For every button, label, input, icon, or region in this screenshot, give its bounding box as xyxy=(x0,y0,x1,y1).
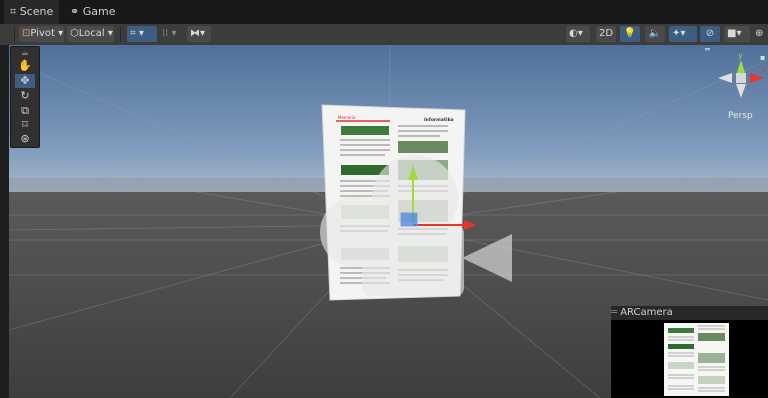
pivot-dropdown[interactable]: ⊡Pivot ▾ xyxy=(19,26,64,42)
lightbulb-icon: 💡 xyxy=(623,28,637,39)
ar-camera-preview[interactable]: ═ ARCamera xyxy=(611,306,768,398)
scale-tool-icon[interactable]: ⧉ xyxy=(15,104,35,118)
transform-tool-icon[interactable]: ⊛ xyxy=(15,132,35,146)
toolbar-separator xyxy=(120,27,121,42)
viewport-border xyxy=(0,45,9,398)
cube-icon: ⬡ xyxy=(70,28,79,39)
hidden-eye-icon: ⊘ xyxy=(705,28,715,39)
tab-game[interactable]: ⚭ Game xyxy=(64,0,121,24)
ar-camera-view xyxy=(611,320,768,398)
gizmo-menu-icon[interactable]: ═ xyxy=(704,45,710,54)
rotate-tool-icon[interactable]: ↻ xyxy=(15,89,35,103)
doc-image xyxy=(398,141,448,153)
snap-increment-icon: ⧓ xyxy=(190,28,200,39)
local-dropdown[interactable]: ⬡Local ▾ xyxy=(67,26,114,42)
projection-label[interactable]: Persp xyxy=(728,111,753,121)
visibility-toggle[interactable]: ⊘ xyxy=(700,26,720,42)
doc-section-label: Memória xyxy=(338,115,356,120)
plane-handle[interactable] xyxy=(400,212,418,227)
lock-icon[interactable]: ▪ xyxy=(760,53,765,62)
local-label: Local xyxy=(78,28,105,39)
tab-bar: ⌗ Scene ⚭ Game xyxy=(0,0,768,24)
gizmo-center-cube[interactable] xyxy=(736,73,746,83)
tab-scene[interactable]: ⌗ Scene xyxy=(4,0,60,24)
grid-visibility-dropdown[interactable]: ⁞⁞ ▾ xyxy=(159,26,185,42)
audio-icon: 🔈 xyxy=(648,28,662,39)
grid-snap-toggle[interactable]: ⌗ ▾ xyxy=(127,26,157,42)
gizmos-button[interactable]: ⊕ xyxy=(752,26,766,42)
doc-image xyxy=(341,126,389,135)
lighting-toggle[interactable]: 💡 xyxy=(620,26,640,42)
draw-mode-dropdown[interactable]: ◐▾ xyxy=(566,26,590,42)
camera-icon: ■ xyxy=(727,28,737,39)
move-tool-icon[interactable]: ✥ xyxy=(15,74,35,88)
pivot-label: Pivot xyxy=(30,28,55,39)
tab-scene-label: Scene xyxy=(19,5,54,18)
drag-handle-icon: ═ xyxy=(611,307,621,318)
gizmos-globe-icon: ⊕ xyxy=(755,28,764,39)
shading-sphere-icon: ◐ xyxy=(569,28,578,39)
rect-tool-icon[interactable]: ⌑ xyxy=(15,118,35,132)
scene-toolbar: ⊡Pivot ▾ ⬡Local ▾ ⌗ ▾ ⁞⁞ ▾ ⧓▾ ◐▾ 2D 💡 🔈 … xyxy=(0,24,768,46)
scene-tools-overlay: ═ ✋ ✥ ↻ ⧉ ⌑ ⊛ xyxy=(10,46,40,148)
gizmo-y-label: y xyxy=(738,51,743,60)
effects-icon: ✦ xyxy=(672,28,681,39)
doc-header-label: Informatika xyxy=(424,117,454,123)
grid-dots-icon: ⁞⁞ xyxy=(162,28,169,39)
effects-dropdown[interactable]: ✦▾ xyxy=(669,26,697,42)
ar-camera-title: ARCamera xyxy=(620,307,673,318)
2d-toggle-button[interactable]: 2D xyxy=(596,26,616,42)
tab-game-label: Game xyxy=(82,5,116,18)
gizmo-x-label: x xyxy=(761,65,766,74)
ar-camera-header: ═ ARCamera xyxy=(611,306,768,320)
grid-snap-icon: ⌗ xyxy=(130,28,136,39)
hand-tool-icon[interactable]: ✋ xyxy=(15,59,35,73)
2d-toggle-label: 2D xyxy=(599,28,614,39)
audio-toggle[interactable]: 🔈 xyxy=(645,26,665,42)
grid-icon: ⌗ xyxy=(10,5,17,18)
gamepad-icon: ⚭ xyxy=(70,5,80,18)
increment-snap-dropdown[interactable]: ⧓▾ xyxy=(187,26,211,42)
camera-settings-dropdown[interactable]: ■▾ xyxy=(724,26,750,42)
toolbar-separator xyxy=(14,27,15,42)
